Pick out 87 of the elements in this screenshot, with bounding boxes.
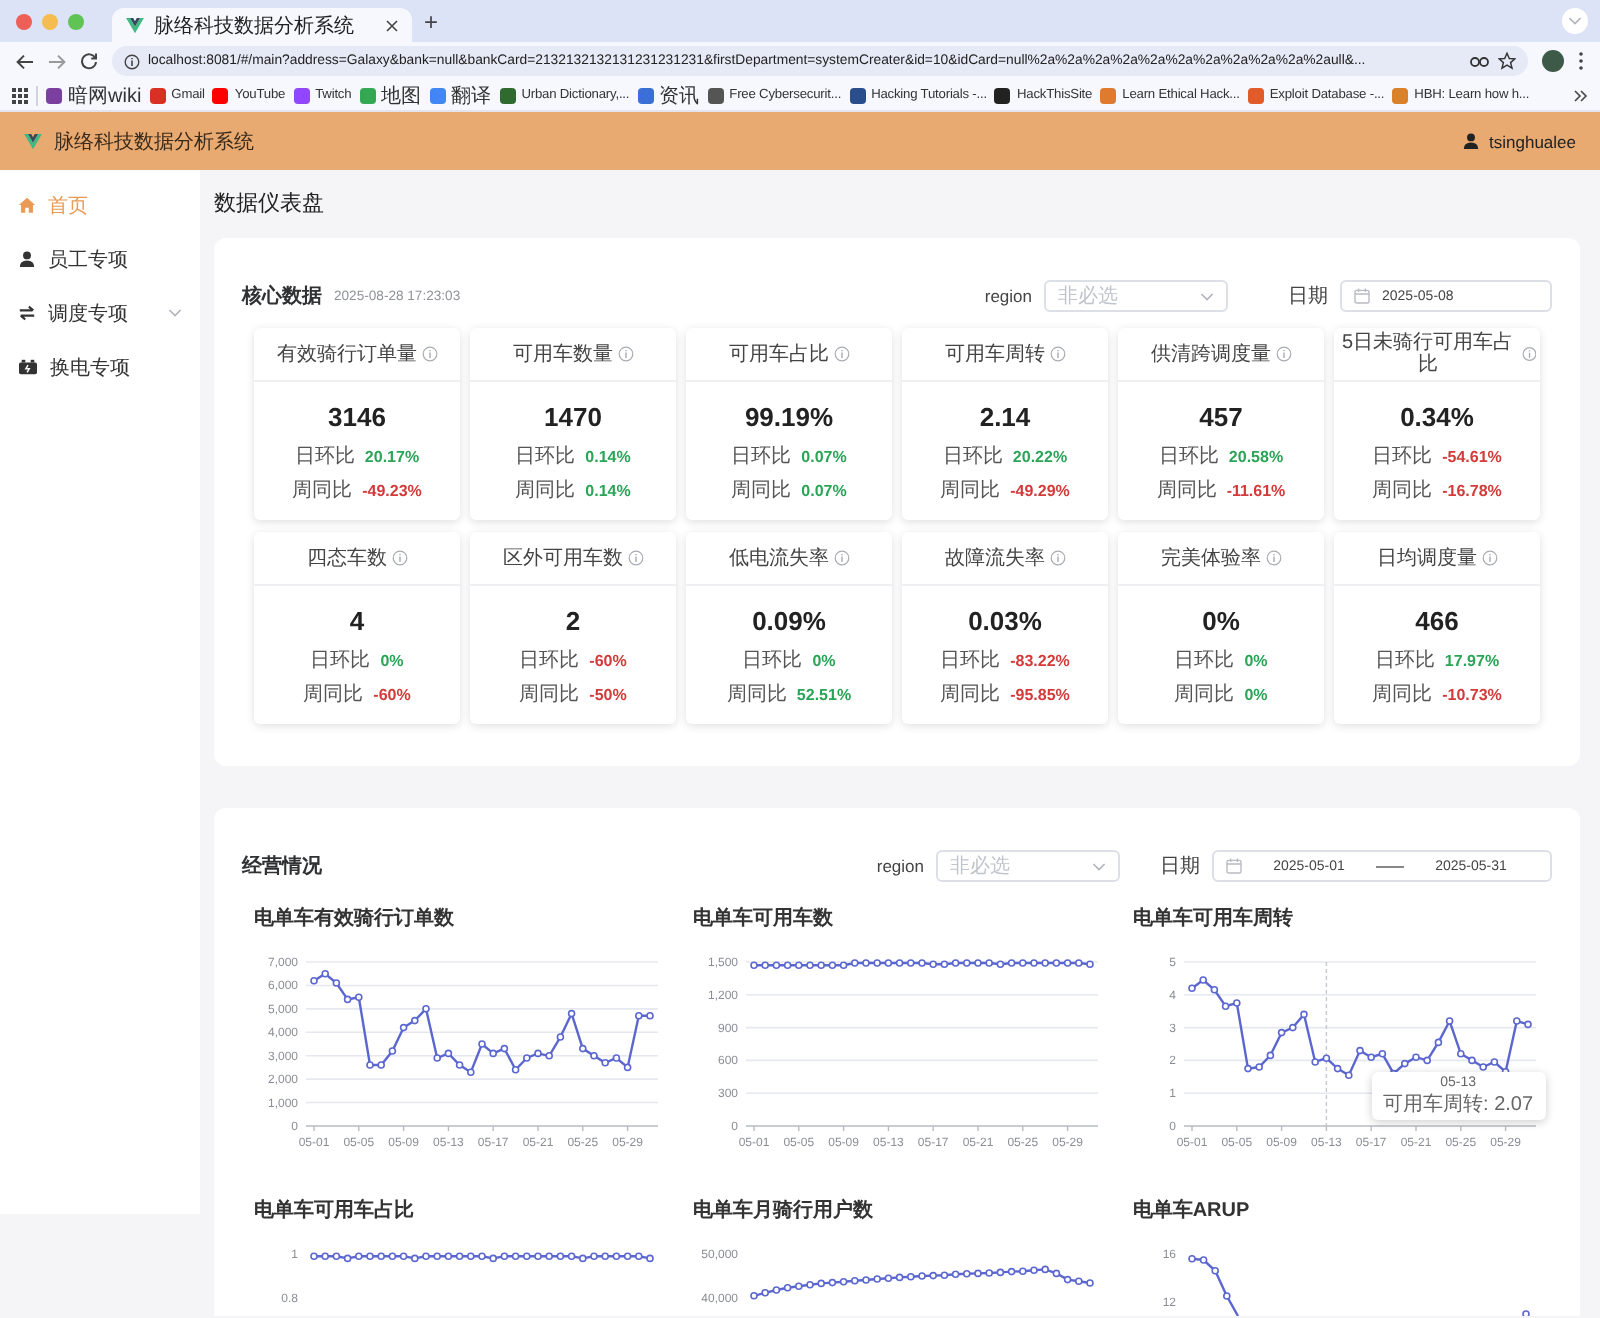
change-value: -50%: [589, 685, 627, 703]
change-value: 0.14%: [585, 447, 631, 465]
app-title: 脉络科技数据分析系统: [54, 129, 256, 155]
change-value: 0.07%: [801, 447, 847, 465]
section-title: 核心数据: [242, 282, 322, 310]
metric-value: 0.09%: [750, 606, 828, 638]
change-value: -60%: [589, 651, 627, 669]
change-label: 周同比: [515, 477, 576, 504]
change-label: 日环比: [1372, 443, 1433, 470]
change-value: -95.85%: [1010, 685, 1070, 703]
metric-value: 2.14: [977, 402, 1033, 434]
metric-value: 3146: [326, 402, 388, 434]
change-label: 周同比: [726, 681, 787, 708]
metric-name: 区外可用车数: [503, 547, 623, 569]
change-label: 周同比: [519, 681, 580, 708]
chart-title: 电单车有效骑行订单数: [252, 908, 454, 932]
change-label: 日环比: [940, 647, 1001, 674]
change-label: 日环比: [519, 647, 580, 674]
change-label: 周同比: [731, 477, 792, 504]
change-label: 日环比: [294, 443, 355, 470]
metric-value: 4: [347, 606, 367, 638]
change-value: -49.29%: [1010, 481, 1070, 499]
metric-value: 0.03%: [966, 606, 1044, 638]
metric-name: 有效骑行订单量: [277, 343, 417, 365]
chart-title: 电单车月骑行用户数: [691, 1200, 874, 1224]
change-value: -49.23%: [362, 481, 422, 499]
metric-value: 0.34%: [1398, 402, 1476, 434]
metric-name: 可用车周转: [945, 343, 1045, 365]
metric-name: 完美体验率: [1161, 547, 1261, 569]
section-title: 经营情况: [242, 853, 324, 880]
change-value: 20.22%: [1012, 447, 1068, 465]
field-label: 日期: [1288, 283, 1328, 310]
change-label: 周同比: [292, 477, 353, 504]
page-title: 数据仪表盘: [214, 190, 326, 218]
change-value: 0.14%: [585, 481, 631, 499]
metric-name: 低电流失率: [729, 547, 829, 569]
metric-name: 故障流失率: [945, 547, 1045, 569]
change-label: 日环比: [942, 443, 1003, 470]
metric-value: 457: [1197, 402, 1245, 434]
change-label: 周同比: [940, 477, 1001, 504]
field-label: region: [984, 286, 1032, 306]
change-value: -60%: [373, 685, 411, 703]
tooltip-text: 可用车周转: 2.07: [1383, 1095, 1534, 1116]
metric-value: 466: [1413, 606, 1461, 638]
change-label: 周同比: [940, 681, 1001, 708]
change-label: 日环比: [1174, 647, 1235, 674]
change-value: 0%: [1244, 685, 1268, 703]
change-value: 0.07%: [801, 481, 847, 499]
metric-name: 四态车数: [307, 547, 387, 569]
metric-name: 可用车数量: [513, 343, 613, 365]
change-label: 周同比: [1372, 477, 1433, 504]
metric-name: 5日未骑行可用车占比: [1339, 332, 1516, 376]
change-value: 0%: [380, 651, 404, 669]
change-label: 日环比: [1158, 443, 1219, 470]
change-value: 20.58%: [1228, 447, 1284, 465]
metric-name: 可用车占比: [729, 343, 829, 365]
metric-value: 0%: [1200, 606, 1242, 638]
chart-title: 电单车可用车占比: [252, 1200, 414, 1224]
chart-title: 电单车可用车周转: [1130, 908, 1293, 932]
change-label: 日环比: [310, 647, 371, 674]
change-value: 52.51%: [796, 685, 852, 703]
metric-value: 2: [563, 606, 583, 638]
metric-value: 99.19%: [742, 402, 836, 434]
metric-name: 日均调度量: [1377, 547, 1477, 569]
change-value: -83.22%: [1010, 651, 1070, 669]
change-value: -11.61%: [1226, 481, 1286, 499]
change-label: 周同比: [1156, 477, 1217, 504]
change-value: -54.61%: [1442, 447, 1502, 465]
change-label: 日环比: [515, 443, 576, 470]
metric-name: 供清跨调度量: [1151, 343, 1271, 365]
change-value: 0%: [812, 651, 836, 669]
change-label: 日环比: [731, 443, 792, 470]
change-label: 日环比: [742, 647, 803, 674]
change-label: 周同比: [1174, 681, 1235, 708]
change-label: 周同比: [303, 681, 364, 708]
change-value: 17.97%: [1444, 651, 1500, 669]
change-value: -16.78%: [1442, 481, 1502, 499]
chart-title: 电单车可用车数: [691, 908, 834, 932]
change-value: -10.73%: [1442, 685, 1502, 703]
change-value: 0%: [1244, 651, 1268, 669]
chart-title: 电单车ARUP: [1130, 1200, 1250, 1224]
field-label: 日期: [1160, 853, 1200, 880]
change-label: 周同比: [1372, 681, 1433, 708]
change-label: 日环比: [1374, 647, 1435, 674]
field-label: region: [876, 856, 924, 876]
change-value: 20.17%: [364, 447, 420, 465]
metric-value: 1470: [542, 402, 604, 434]
